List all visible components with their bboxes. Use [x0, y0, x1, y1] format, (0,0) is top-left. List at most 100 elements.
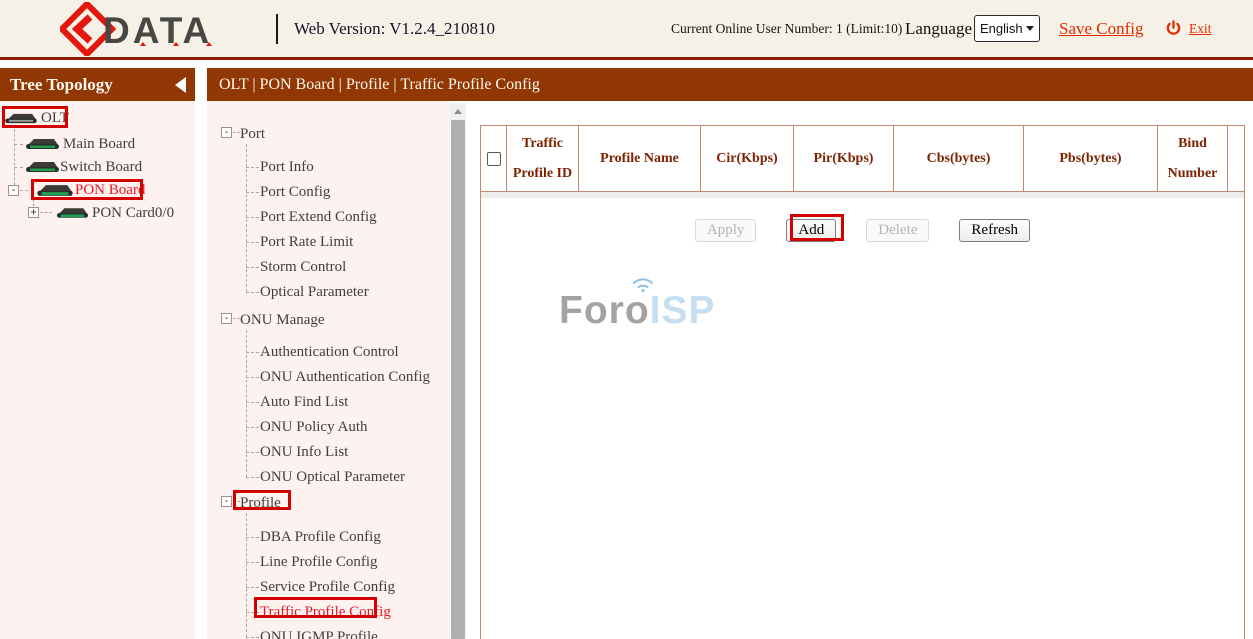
tree-node-pon-board[interactable]: PON Board [35, 180, 145, 200]
traffic-profile-content: Traffic Profile ID Profile Name Cir(Kbps… [480, 125, 1245, 639]
olt-device-icon [4, 112, 38, 125]
refresh-button[interactable]: Refresh [959, 219, 1030, 242]
tree-connector [246, 242, 259, 243]
tree-connector [233, 501, 240, 502]
web-version-text: Web Version: V1.2.4_210810 [294, 0, 495, 57]
nav-item-optical-parameter[interactable]: Optical Parameter [260, 282, 369, 302]
logo-text: DATA [103, 10, 212, 51]
tree-node-switch-board[interactable]: Switch Board [24, 157, 142, 177]
tree-node-pon-card[interactable]: PON Card0/0 [55, 203, 174, 223]
board-device-icon [55, 206, 89, 220]
scroll-up-arrow-icon [454, 109, 462, 114]
tree-node-olt[interactable]: OLT [4, 108, 69, 128]
nav-item-port-info[interactable]: Port Info [260, 157, 314, 177]
cdata-logo-icon: DATA [60, 2, 240, 56]
nav-item-port-extend-config[interactable]: Port Extend Config [260, 207, 377, 227]
nav-item-traffic-profile-config[interactable]: Traffic Profile Config [260, 602, 391, 622]
tree-connector [246, 402, 259, 403]
nav-item-onu-info-list[interactable]: ONU Info List [260, 442, 348, 462]
collapse-group-icon[interactable]: - [221, 496, 232, 507]
collapse-group-icon[interactable]: - [221, 313, 232, 324]
nav-item-onu-authentication-config[interactable]: ONU Authentication Config [260, 367, 430, 387]
tree-connector [233, 132, 240, 133]
nav-item-onu-optical-parameter[interactable]: ONU Optical Parameter [260, 467, 405, 487]
tree-connector [20, 190, 34, 191]
col-pbs: Pbs(bytes) [1024, 126, 1158, 191]
watermark-isp: ISP [650, 289, 716, 332]
nav-scrollbar[interactable] [450, 103, 466, 639]
expand-node-icon[interactable]: + [28, 207, 39, 218]
tree-connector [14, 144, 23, 145]
tree-node-main-board[interactable]: Main Board [24, 134, 135, 154]
nav-item-line-profile-config[interactable]: Line Profile Config [260, 552, 377, 572]
select-all-checkbox[interactable] [487, 152, 501, 166]
watermark-foro: Foro [559, 289, 650, 332]
add-button[interactable]: Add [786, 219, 836, 242]
action-buttons: Apply Add Delete Refresh [481, 219, 1244, 242]
online-user-count: Current Online User Number: 1 (Limit:10) [671, 0, 902, 57]
board-device-icon [35, 183, 74, 198]
tree-connector [246, 612, 259, 613]
table-empty-body [481, 192, 1244, 198]
delete-button: Delete [866, 219, 929, 242]
tree-connector [246, 513, 247, 637]
nav-item-port-rate-limit[interactable]: Port Rate Limit [260, 232, 353, 252]
nav-item-authentication-control[interactable]: Authentication Control [260, 342, 399, 362]
tree-topology-titlebar: Tree Topology [0, 68, 195, 101]
tree-node-label: PON Board [75, 182, 145, 199]
wifi-signal-icon [628, 274, 658, 292]
tree-connector [246, 587, 259, 588]
tree-node-label: OLT [41, 110, 69, 127]
top-header: DATA Web Version: V1.2.4_210810 Current … [0, 0, 1253, 60]
nav-item-storm-control[interactable]: Storm Control [260, 257, 346, 277]
tree-connector [14, 167, 23, 168]
nav-item-onu-igmp-profile[interactable]: ONU IGMP Profile [260, 627, 378, 639]
nav-item-onu-policy-auth[interactable]: ONU Policy Auth [260, 417, 368, 437]
cdata-logo: DATA [60, 2, 240, 61]
language-label: Language [905, 0, 972, 57]
tree-connector [246, 562, 259, 563]
tree-node-label: PON Card0/0 [92, 205, 174, 222]
nav-group-profile[interactable]: Profile [240, 493, 281, 513]
scrollbar-thumb[interactable] [451, 120, 465, 639]
col-profile-name: Profile Name [579, 126, 701, 191]
nav-group-onu-manage[interactable]: ONU Manage [240, 310, 325, 330]
tree-node-label: Main Board [63, 136, 135, 153]
nav-group-port[interactable]: Port [240, 124, 265, 144]
tree-connector [233, 318, 240, 319]
tree-connector [246, 352, 259, 353]
collapse-group-icon[interactable]: - [221, 127, 232, 138]
nav-item-service-profile-config[interactable]: Service Profile Config [260, 577, 395, 597]
save-config-link[interactable]: Save Config [1059, 0, 1144, 57]
scroll-up-button[interactable] [450, 103, 466, 120]
watermark: ForoISP [559, 289, 716, 333]
tree-connector [246, 537, 259, 538]
collapse-node-icon[interactable]: - [8, 185, 19, 196]
collapse-sidebar-icon[interactable] [175, 77, 186, 93]
board-device-icon [24, 160, 60, 174]
nav-item-auto-find-list[interactable]: Auto Find List [260, 392, 348, 412]
apply-button: Apply [695, 219, 757, 242]
nav-item-port-config[interactable]: Port Config [260, 182, 330, 202]
tree-connector [246, 427, 259, 428]
tree-connector [246, 267, 259, 268]
olt-web-ui: DATA Web Version: V1.2.4_210810 Current … [0, 0, 1253, 639]
tree-connector [246, 192, 259, 193]
exit-link[interactable]: Exit [1189, 21, 1212, 37]
tree-connector [246, 217, 259, 218]
header-divider [276, 14, 278, 44]
col-cir: Cir(Kbps) [701, 126, 794, 191]
language-select[interactable]: English [974, 15, 1040, 42]
language-selected-value: English [980, 21, 1023, 36]
power-icon [1165, 20, 1182, 37]
nav-item-dba-profile-config[interactable]: DBA Profile Config [260, 527, 381, 547]
tree-connector [246, 477, 259, 478]
tree-topology-panel: OLT Main Board Switch Board - [0, 101, 195, 639]
tree-connector [14, 129, 15, 190]
tree-connector [246, 377, 259, 378]
exit-group: Exit [1165, 0, 1212, 57]
board-device-icon [24, 137, 60, 151]
breadcrumb: OLT | PON Board | Profile | Traffic Prof… [207, 68, 1253, 101]
function-nav-panel: - Port Port Info Port Config Port Extend… [207, 101, 450, 639]
tree-connector [246, 292, 259, 293]
